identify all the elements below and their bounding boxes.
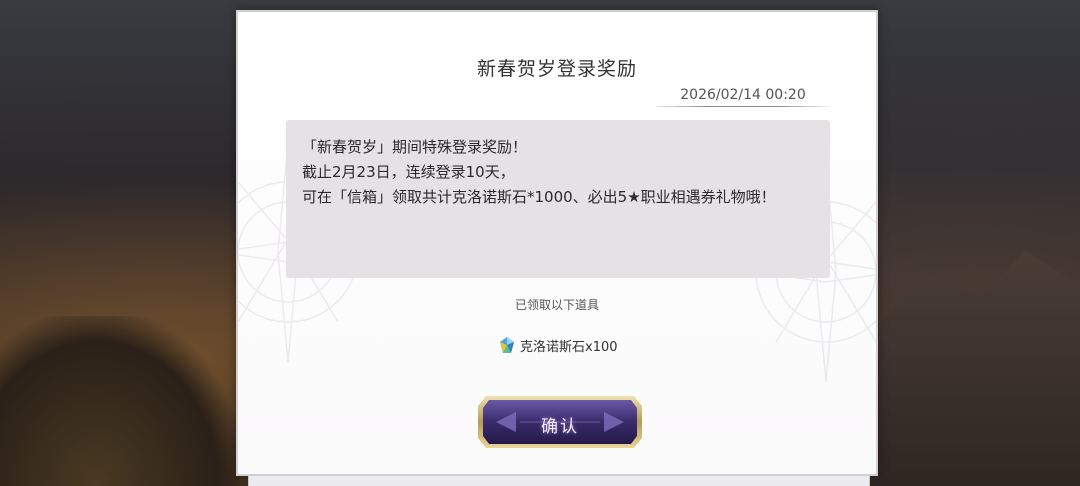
message-line-3: 可在「信箱」领取共计克洛诺斯石*1000、必出5★职业相遇券礼物哦！ (302, 188, 776, 206)
crystal-gem-icon (500, 337, 514, 353)
panel-bottom-strip (248, 476, 870, 486)
confirm-button[interactable]: 确认 (476, 394, 644, 450)
claimed-items-label: 已领取以下道具 (514, 298, 599, 312)
dialog-date: 2026/02/14 00:20 (680, 87, 806, 103)
reward-item: 克洛诺斯石x100 (500, 335, 618, 355)
confirm-button-label: 确认 (541, 417, 579, 437)
message-line-1: 「新春贺岁」期间特殊登录奖励！ (302, 138, 528, 156)
dialog-title: 新春贺岁登录奖励 (476, 58, 637, 80)
background-hill (0, 316, 240, 486)
login-reward-dialog: 新春贺岁登录奖励 2026/02/14 00:20 「新春贺岁」期间特殊登录奖励… (236, 10, 878, 476)
message-box: 「新春贺岁」期间特殊登录奖励！ 截止2月23日，连续登录10天， 可在「信箱」领… (286, 120, 830, 278)
message-line-2: 截止2月23日，连续登录10天， (302, 163, 515, 181)
date-underline (656, 106, 830, 107)
reward-name: 克洛诺斯石x100 (520, 339, 618, 355)
